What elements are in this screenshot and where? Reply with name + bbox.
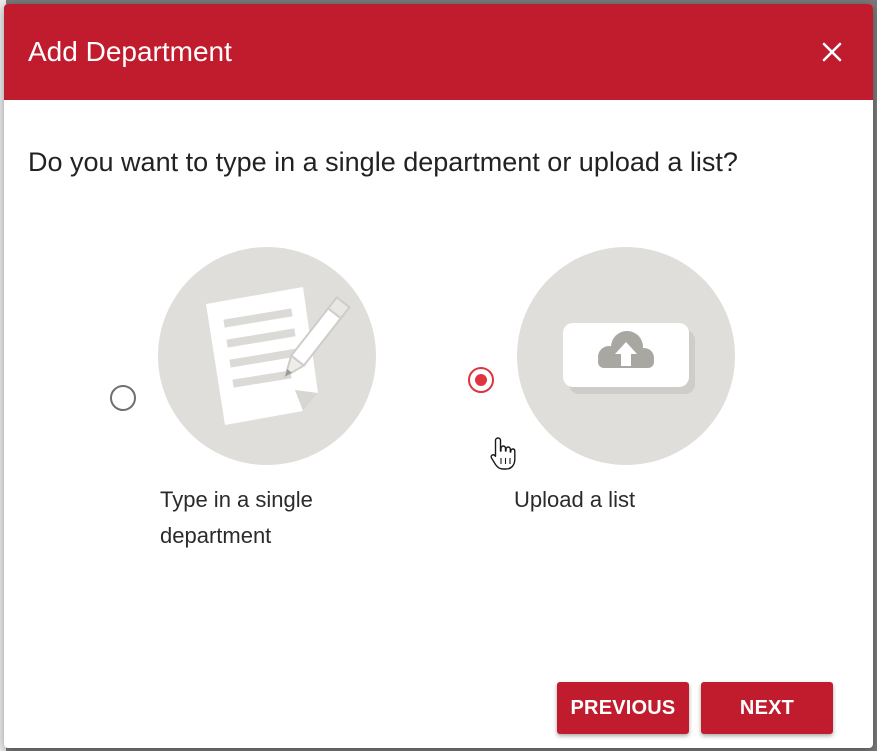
dialog-header: Add Department <box>4 4 873 100</box>
next-button[interactable]: NEXT <box>701 682 833 734</box>
close-icon <box>822 42 842 62</box>
previous-button[interactable]: PREVIOUS <box>557 682 689 734</box>
cloud-upload-icon <box>517 247 735 465</box>
add-department-dialog: Add Department Do you want to type in a … <box>4 4 873 748</box>
option-label-upload-list: Upload a list <box>514 487 636 512</box>
radio-upload-list[interactable] <box>468 367 494 393</box>
close-button[interactable] <box>815 35 849 69</box>
option-single-department[interactable]: Type in a single department <box>104 244 384 554</box>
dialog-question: Do you want to type in a single departme… <box>28 147 738 177</box>
hand-pointer-icon <box>489 436 519 477</box>
document-pencil-icon <box>158 247 376 465</box>
radio-single-department[interactable] <box>110 385 136 411</box>
option-label-single-department: Type in a single department <box>160 487 313 548</box>
dialog-title: Add Department <box>28 36 232 67</box>
option-upload-list[interactable]: Upload a list <box>464 244 744 524</box>
